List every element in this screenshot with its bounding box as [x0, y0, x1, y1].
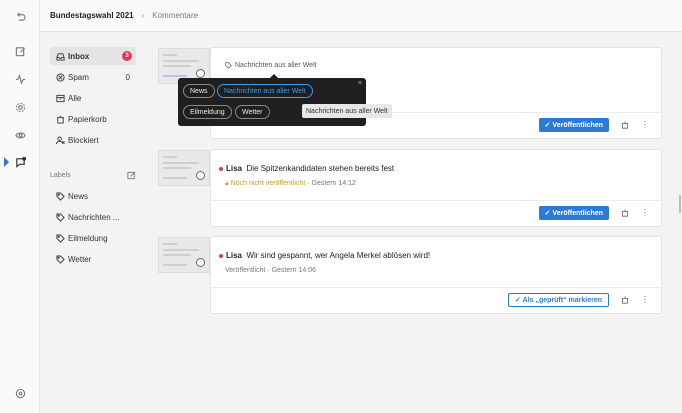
comment-card: Lisa Die Spitzenkandidaten stehen bereit… — [210, 149, 662, 227]
label-option-news[interactable]: News — [183, 84, 215, 98]
breadcrumb-separator: › — [141, 11, 145, 20]
tag-icon — [56, 212, 65, 222]
sidebar-item-label: Papierkorb — [68, 114, 107, 124]
comment-text-line: Lisa Wir sind gespannt, wer Angela Merke… — [219, 251, 430, 260]
tag-icon — [225, 62, 232, 69]
more-options-icon[interactable]: ⋮ — [641, 208, 649, 218]
sidebar-label-news[interactable]: News — [50, 187, 136, 205]
folder-sidebar: Inbox 3 Spam 0 Alle Papierkorb Blockiert… — [40, 32, 148, 413]
icon-rail — [0, 0, 40, 413]
unread-dot — [219, 166, 223, 171]
unread-dot — [219, 253, 223, 258]
comment-time: Gestern 14:12 — [311, 180, 356, 187]
article-thumbnail[interactable] — [158, 237, 210, 273]
sidebar-item-trash[interactable]: Papierkorb — [50, 110, 136, 128]
comment-meta: 🔒︎ Noch nicht veröffentlicht · Gestern 1… — [225, 180, 356, 188]
trash-icon — [56, 115, 65, 124]
comments-icon[interactable] — [13, 155, 27, 169]
mark-reviewed-label: Als „geprüft“ markieren — [522, 296, 602, 304]
popup-arrow — [270, 74, 278, 78]
meta-separator: · — [267, 267, 270, 274]
comment-text: Wir sind gespannt, wer Angela Merkel abl… — [246, 251, 431, 260]
edit-labels-icon[interactable] — [127, 171, 136, 180]
mark-reviewed-button[interactable]: ✓ Als „geprüft“ markieren — [507, 293, 609, 307]
help-icon[interactable] — [13, 386, 27, 400]
archive-icon — [56, 94, 65, 102]
edit-icon[interactable] — [13, 44, 27, 58]
publish-button-label: Veröffentlichen — [552, 209, 603, 217]
comment-card: Lisa Wir sind gespannt, wer Angela Merke… — [210, 236, 662, 314]
publish-button[interactable]: ✓ Veröffentlichen — [538, 118, 609, 132]
publish-button[interactable]: ✓ Veröffentlichen — [538, 206, 609, 220]
comment-author[interactable]: Lisa — [226, 251, 242, 260]
back-icon[interactable] — [13, 9, 27, 23]
comment-actions: ✓ Veröffentlichen ⋮ — [211, 200, 661, 226]
label-tooltip: Nachrichten aus aller Welt — [302, 104, 392, 118]
sidebar-label-nachrichten[interactable]: Nachrichten ... — [50, 208, 136, 226]
article-thumbnail[interactable] — [158, 150, 210, 186]
label-picker-popup: × News Nachrichten aus aller Welt Eilmel… — [178, 74, 366, 126]
trash-icon[interactable] — [621, 121, 629, 129]
lock-icon: 🔒︎ — [225, 180, 229, 187]
sidebar-label-eilmeldung[interactable]: Eilmeldung — [50, 229, 136, 247]
sidebar-item-all[interactable]: Alle — [50, 89, 136, 107]
spam-icon — [56, 72, 65, 82]
more-options-icon[interactable]: ⋮ — [641, 295, 649, 305]
meta-separator: · — [307, 180, 310, 187]
comment-time: Gestern 14:06 — [271, 267, 316, 274]
publish-button-label: Veröffentlichen — [552, 121, 603, 129]
settings-icon[interactable] — [13, 100, 27, 114]
comment-status: Noch nicht veröffentlicht — [230, 180, 306, 187]
label-option-nachrichten[interactable]: Nachrichten aus aller Welt — [217, 84, 313, 98]
tag-icon — [56, 233, 65, 243]
breadcrumb-project[interactable]: Bundestagswahl 2021 — [50, 11, 134, 20]
sidebar-item-label: Eilmeldung — [68, 233, 108, 243]
comment-meta: Veröffentlicht · Gestern 14:06 — [225, 267, 316, 274]
sidebar-item-label: Spam — [68, 72, 89, 82]
comment-text: Die Spitzenkandidaten stehen bereits fes… — [246, 164, 395, 173]
open-article-icon[interactable] — [196, 171, 205, 180]
sidebar-item-label: Inbox — [68, 51, 90, 61]
trash-icon[interactable] — [621, 209, 629, 217]
inbox-count-badge: 3 — [122, 51, 132, 61]
labels-header: Labels — [50, 171, 136, 180]
comment-text-line: Lisa Die Spitzenkandidaten stehen bereit… — [219, 164, 394, 173]
comment-actions: ✓ Als „geprüft“ markieren ⋮ — [211, 287, 661, 313]
active-section-marker — [4, 157, 9, 167]
spam-count: 0 — [125, 72, 130, 82]
comment-author[interactable]: Lisa — [226, 164, 242, 173]
scrollbar[interactable] — [679, 195, 681, 213]
labels-title: Labels — [50, 172, 71, 179]
tag-icon — [56, 254, 65, 264]
sidebar-item-label: Alle — [68, 93, 82, 103]
open-article-icon[interactable] — [196, 258, 205, 267]
sidebar-item-inbox[interactable]: Inbox 3 — [50, 47, 136, 65]
sidebar-item-label: News — [68, 191, 89, 201]
sidebar-item-label: Nachrichten ... — [68, 212, 120, 222]
breadcrumb-section: Kommentare — [152, 11, 199, 20]
activity-icon[interactable] — [13, 72, 27, 86]
sidebar-item-label: Wetter — [68, 254, 92, 264]
comment-status: Veröffentlicht — [225, 267, 266, 274]
label-option-eilmeldung[interactable]: Eilmeldung — [183, 105, 232, 119]
sidebar-item-spam[interactable]: Spam 0 — [50, 68, 136, 86]
more-options-icon[interactable]: ⋮ — [641, 120, 649, 130]
trash-icon[interactable] — [621, 296, 629, 304]
label-option-wetter[interactable]: Wetter — [235, 105, 270, 119]
sidebar-item-blocked[interactable]: Blockiert — [50, 131, 136, 149]
close-icon[interactable]: × — [358, 80, 362, 87]
inbox-icon — [56, 52, 65, 61]
eye-icon[interactable] — [13, 128, 27, 142]
comment-label-text: Nachrichten aus aller Welt — [235, 62, 317, 69]
breadcrumb: Bundestagswahl 2021 › Kommentare — [40, 0, 682, 32]
sidebar-label-wetter[interactable]: Wetter — [50, 250, 136, 268]
tag-icon — [56, 191, 65, 201]
comment-label[interactable]: Nachrichten aus aller Welt — [225, 62, 317, 69]
open-article-icon[interactable] — [196, 69, 205, 78]
sidebar-item-label: Blockiert — [68, 135, 99, 145]
block-user-icon — [56, 135, 65, 144]
